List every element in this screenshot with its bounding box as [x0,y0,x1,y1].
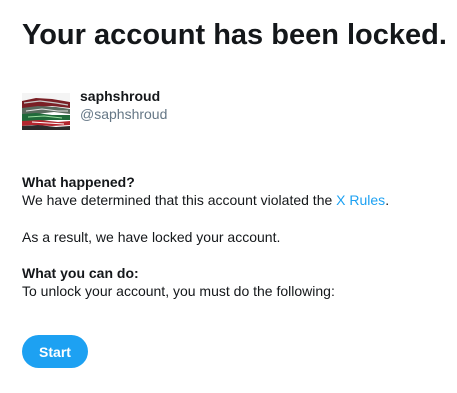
what-happened-heading: What happened? [22,174,135,190]
what-you-can-do-section: What you can do: To unlock your account,… [22,264,335,300]
profile-names: saphshroud @saphshroud [80,88,167,123]
handle: @saphshroud [80,106,168,122]
avatar [22,93,70,130]
what-you-can-do-heading: What you can do: [22,265,139,281]
result-section: As a result, we have locked your account… [22,228,280,246]
what-you-can-do-text: To unlock your account, you must do the … [22,283,335,299]
display-name: saphshroud [80,88,161,104]
profile-card: saphshroud @saphshroud [22,88,167,130]
what-happened-text-before-link: We have determined that this account vio… [22,192,337,208]
what-happened-text-after-link: . [385,192,390,208]
page-title: Your account has been locked. [22,19,447,51]
result-text: As a result, we have locked your account… [22,229,281,245]
start-button[interactable]: Start [22,335,88,368]
x-rules-link[interactable]: X Rules [336,192,385,208]
what-happened-text: We have determined that this account vio… [22,192,389,208]
profile-avatar-image-icon [22,93,70,130]
what-happened-section: What happened? We have determined that t… [22,173,389,209]
